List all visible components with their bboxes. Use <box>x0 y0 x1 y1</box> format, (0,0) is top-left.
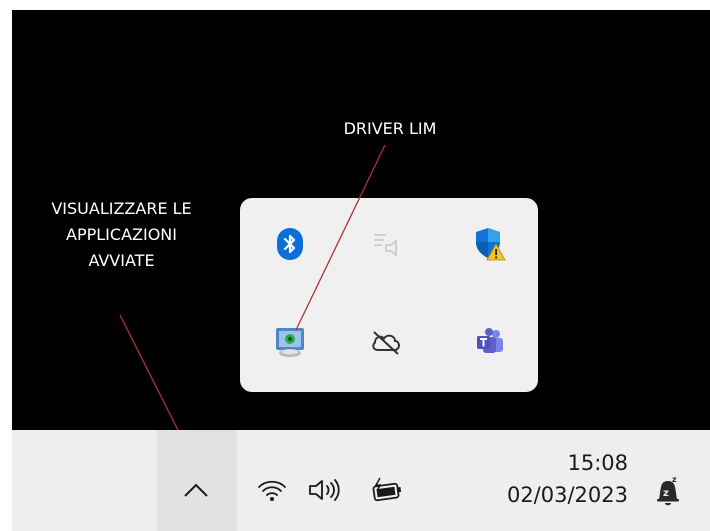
windows-security-warning-icon[interactable] <box>468 222 512 266</box>
svg-text:z: z <box>672 475 677 484</box>
onedrive-offline-icon[interactable] <box>364 320 408 364</box>
taskbar-clock[interactable]: 15:08 02/03/2023 <box>448 448 628 512</box>
driver-lim-label: DRIVER LIM <box>343 119 437 138</box>
bluetooth-icon[interactable] <box>268 222 312 266</box>
driver-lim-annotation: DRIVER LIM <box>305 116 475 142</box>
clock-time: 15:08 <box>567 451 628 475</box>
notification-focus-icon[interactable]: z z <box>648 470 688 514</box>
lim-driver-icon[interactable] <box>268 320 312 364</box>
show-apps-label-line-3: AVVIATE <box>88 251 155 270</box>
show-apps-annotation: VISUALIZZARE LE APPLICAZIONI AVVIATE <box>14 196 229 274</box>
audio-output-icon[interactable] <box>364 222 408 266</box>
teams-icon[interactable] <box>468 320 512 364</box>
svg-text:z: z <box>663 488 669 499</box>
show-hidden-icons-chevron[interactable] <box>176 470 216 510</box>
hidden-icons-flyout <box>240 198 538 392</box>
clock-date: 02/03/2023 <box>506 483 628 507</box>
battery-charging-icon[interactable] <box>366 470 406 510</box>
volume-icon[interactable] <box>304 470 344 510</box>
show-apps-label-line-1: VISUALIZZARE LE <box>51 199 192 218</box>
show-apps-label-line-2: APPLICAZIONI <box>66 225 177 244</box>
wifi-icon[interactable] <box>252 470 292 510</box>
